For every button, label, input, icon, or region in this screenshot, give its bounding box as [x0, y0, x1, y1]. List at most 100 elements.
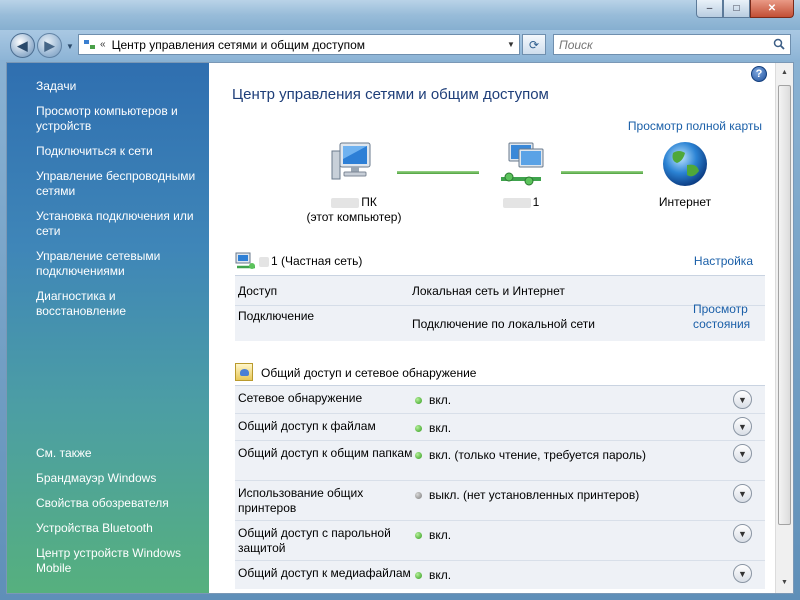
- search-box: [553, 34, 791, 55]
- sharing-icon: [235, 363, 253, 381]
- sharing-header: Общий доступ и сетевое обнаружение: [235, 363, 765, 385]
- network-center-icon: [83, 39, 97, 51]
- status-on-icon: [415, 424, 422, 432]
- sharing-row-file-sharing: Общий доступ к файлам вкл. ▼: [235, 414, 765, 441]
- access-label: Доступ: [238, 284, 278, 298]
- network-name-label: 1 (Частная сеть): [259, 254, 362, 268]
- blurred-network-name: [502, 197, 531, 208]
- task-manage-connections[interactable]: Управление сетевыми подключениями: [36, 249, 201, 279]
- sharing-status: вкл.: [415, 528, 451, 542]
- search-icon[interactable]: [773, 38, 785, 50]
- sharing-status: вкл.: [415, 568, 451, 582]
- address-separator[interactable]: «: [100, 39, 106, 50]
- vertical-scrollbar[interactable]: ▲ ▼: [775, 63, 793, 593]
- sharing-title: Общий доступ и сетевое обнаружение: [261, 366, 477, 380]
- close-button[interactable]: ✕: [750, 0, 794, 18]
- search-input[interactable]: [554, 35, 764, 54]
- task-manage-wireless[interactable]: Управление беспроводными сетями: [36, 169, 201, 199]
- expand-chevron-icon[interactable]: ▼: [733, 390, 752, 409]
- this-computer-node[interactable]: ПК (этот компьютер): [299, 141, 409, 225]
- access-row: Доступ Локальная сеть и Интернет: [235, 276, 765, 306]
- expand-chevron-icon[interactable]: ▼: [733, 524, 752, 543]
- window-controls: – □ ✕: [696, 0, 794, 18]
- tasks-heading: Задачи: [36, 79, 77, 93]
- internet-node[interactable]: Интернет: [645, 141, 725, 210]
- network-header: 1 (Частная сеть) Настройка: [235, 251, 765, 273]
- maximize-button[interactable]: □: [723, 0, 750, 18]
- sharing-row-password-protection: Общий доступ с парольной защитой вкл. ▼: [235, 521, 765, 561]
- task-diagnose-repair[interactable]: Диагностика и восстановление: [36, 289, 201, 319]
- network-to-internet-line: [561, 171, 643, 174]
- view-full-map-link[interactable]: Просмотр полной карты: [628, 119, 762, 133]
- blurred-name: [331, 197, 360, 208]
- sharing-row-public-folders: Общий доступ к общим папкам вкл. (только…: [235, 441, 765, 481]
- sharing-status: вкл. (только чтение, требуется пароль): [415, 448, 646, 462]
- forward-button[interactable]: ▶: [37, 33, 62, 58]
- private-network-icon: [235, 252, 255, 269]
- page-title: Центр управления сетями и общим доступом: [232, 86, 549, 103]
- expand-chevron-icon[interactable]: ▼: [733, 417, 752, 436]
- blurred-network-name: [259, 256, 269, 267]
- sharing-table: Сетевое обнаружение вкл. ▼ Общий доступ …: [235, 385, 765, 589]
- status-off-icon: [415, 491, 422, 499]
- internet-label: Интернет: [658, 195, 712, 209]
- sharing-label: Общий доступ к медиафайлам: [238, 566, 411, 580]
- link-windows-mobile-center[interactable]: Центр устройств Windows Mobile: [36, 546, 204, 576]
- expand-chevron-icon[interactable]: ▼: [733, 564, 752, 583]
- sharing-label: Общий доступ к общим папкам: [238, 446, 413, 460]
- connection-label: Подключение: [238, 309, 315, 323]
- pc-subtitle: (этот компьютер): [306, 210, 402, 224]
- refresh-button[interactable]: ⟳: [522, 34, 546, 55]
- help-icon[interactable]: ?: [751, 66, 767, 82]
- link-internet-options[interactable]: Свойства обозревателя: [36, 496, 204, 511]
- title-bar: – □ ✕: [0, 0, 800, 30]
- link-bluetooth-devices[interactable]: Устройства Bluetooth: [36, 521, 204, 536]
- address-text[interactable]: Центр управления сетями и общим доступом: [112, 38, 503, 52]
- scroll-thumb[interactable]: [778, 85, 791, 525]
- view-status-link[interactable]: Просмотр состояния: [693, 302, 763, 332]
- sharing-row-printer-sharing: Использование общих принтеров выкл. (нет…: [235, 481, 765, 521]
- network-details-table: Доступ Локальная сеть и Интернет Подключ…: [235, 275, 765, 341]
- expand-chevron-icon[interactable]: ▼: [733, 444, 752, 463]
- status-text: вкл.: [429, 528, 452, 542]
- computer-icon: [331, 142, 371, 180]
- address-dropdown[interactable]: ▼: [503, 40, 519, 49]
- recent-pages-dropdown[interactable]: ▼: [66, 42, 74, 51]
- customize-link[interactable]: Настройка: [694, 254, 753, 268]
- back-button[interactable]: ◀: [10, 33, 35, 58]
- main-content: ? Центр управления сетями и общим доступ…: [209, 63, 775, 593]
- expand-chevron-icon[interactable]: ▼: [733, 484, 752, 503]
- sharing-row-network-discovery: Сетевое обнаружение вкл. ▼: [235, 386, 765, 414]
- status-text: вкл.: [429, 568, 452, 582]
- sharing-label: Сетевое обнаружение: [238, 391, 363, 405]
- sharing-status: выкл. (нет установленных принтеров): [415, 488, 639, 502]
- globe-icon: [663, 142, 707, 186]
- link-windows-firewall[interactable]: Брандмауэр Windows: [36, 471, 204, 486]
- status-text: вкл.: [429, 421, 452, 435]
- status-on-icon: [415, 571, 422, 579]
- status-text: вкл.: [429, 393, 452, 407]
- task-connect-network[interactable]: Подключиться к сети: [36, 144, 201, 159]
- pc-name: ПК: [361, 195, 377, 209]
- status-on-icon: [415, 531, 422, 539]
- sharing-label: Общий доступ к файлам: [238, 419, 376, 433]
- network-node[interactable]: 1: [481, 141, 561, 210]
- minimize-button[interactable]: –: [696, 0, 723, 18]
- network-map: ПК (этот компьютер) 1 Интернет: [209, 141, 775, 224]
- address-bar[interactable]: « Центр управления сетями и общим доступ…: [78, 34, 520, 55]
- see-also-heading: См. также: [36, 446, 92, 460]
- access-value: Локальная сеть и Интернет: [412, 284, 565, 298]
- task-list: Просмотр компьютеров и устройств Подключ…: [36, 104, 201, 329]
- sharing-row-media-sharing: Общий доступ к медиафайлам вкл. ▼: [235, 561, 765, 589]
- scroll-down-arrow-icon[interactable]: ▼: [778, 575, 791, 591]
- window-body: Задачи Просмотр компьютеров и устройств …: [6, 62, 794, 594]
- scroll-up-arrow-icon[interactable]: ▲: [778, 65, 791, 81]
- sharing-label: Использование общих принтеров: [238, 486, 364, 515]
- task-view-computers[interactable]: Просмотр компьютеров и устройств: [36, 104, 201, 134]
- sharing-label: Общий доступ с парольной защитой: [238, 526, 391, 555]
- task-pane: Задачи Просмотр компьютеров и устройств …: [7, 63, 209, 593]
- status-text: вкл. (только чтение, требуется пароль): [429, 448, 646, 462]
- connection-value: Подключение по локальной сети: [412, 317, 595, 331]
- task-setup-connection[interactable]: Установка подключения или сети: [36, 209, 201, 239]
- status-on-icon: [415, 451, 422, 459]
